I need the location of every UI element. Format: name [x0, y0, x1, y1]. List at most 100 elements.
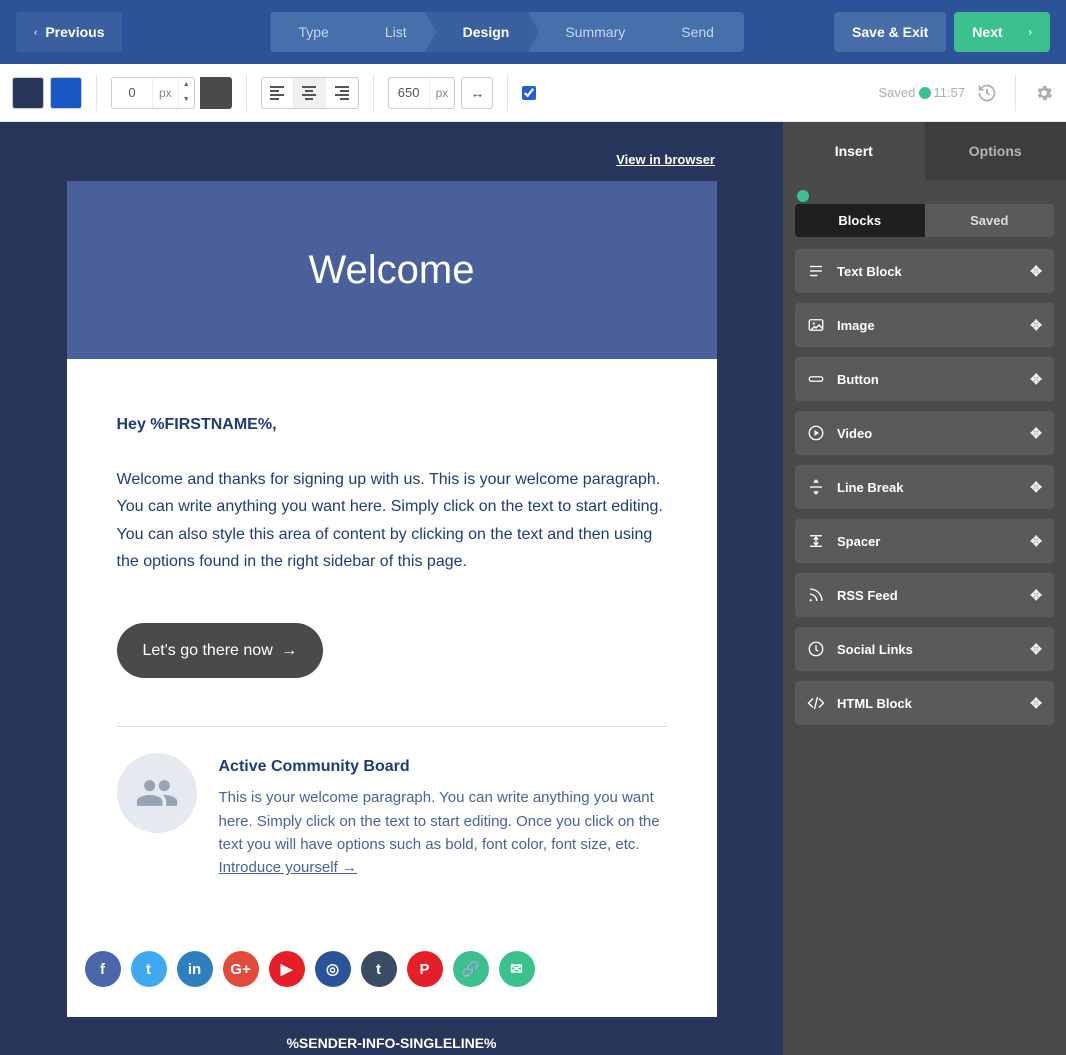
save-status-dot: [919, 87, 931, 99]
video-icon: [807, 424, 825, 442]
drag-handle-icon: ✥: [1030, 641, 1042, 658]
drag-handle-icon: ✥: [1030, 371, 1042, 388]
step-summary[interactable]: Summary: [527, 12, 655, 52]
community-text: This is your welcome paragraph. You can …: [219, 786, 667, 879]
sidebar-tabs: Insert Options: [783, 122, 1066, 180]
align-center-button[interactable]: [294, 78, 326, 108]
community-section[interactable]: Active Community Board This is your welc…: [117, 753, 667, 879]
line-break-icon: [807, 478, 825, 496]
block-line-break[interactable]: Line Break✥: [795, 465, 1054, 509]
wizard-stepper: TypeListDesignSummarySend: [270, 12, 743, 52]
blocks-list: Text Block✥Image✥Button✥Video✥Line Break…: [783, 249, 1066, 725]
image-icon: [807, 316, 825, 334]
align-right-button[interactable]: [326, 78, 358, 108]
subtab-blocks[interactable]: Blocks: [795, 204, 925, 237]
padding-unit: px: [152, 78, 178, 108]
step-type[interactable]: Type: [270, 12, 358, 52]
history-icon[interactable]: [977, 83, 997, 103]
top-stepper-bar: ‹ Previous TypeListDesignSummarySend Sav…: [0, 0, 1066, 64]
social-twitter-icon[interactable]: t: [131, 951, 167, 987]
drag-handle-icon: ✥: [1030, 263, 1042, 280]
drag-handle-icon: ✥: [1030, 317, 1042, 334]
align-left-button[interactable]: [262, 78, 294, 108]
social-linkedin-icon[interactable]: in: [177, 951, 213, 987]
autosave-checkbox[interactable]: [522, 86, 536, 100]
drag-handle-icon: ✥: [1030, 587, 1042, 604]
view-in-browser-link[interactable]: View in browser: [616, 152, 715, 167]
block-html-block[interactable]: HTML Block ✥: [795, 681, 1054, 725]
workspace: View in browser Welcome Hey %FIRSTNAME%,…: [0, 122, 1066, 1055]
previous-label: Previous: [45, 24, 104, 40]
padding-input[interactable]: [112, 78, 152, 108]
gear-icon[interactable]: [1034, 83, 1054, 103]
email-preview: Welcome Hey %FIRSTNAME%, Welcome and tha…: [67, 181, 717, 1017]
right-sidebar: Insert Options Blocks Saved Text Block✥I…: [783, 122, 1066, 1055]
block-social-links[interactable]: Social Links ✥: [795, 627, 1054, 671]
block-image[interactable]: Image✥: [795, 303, 1054, 347]
button-icon: [807, 370, 825, 388]
footer-sender-info: %SENDER-INFO-SINGLELINE%: [286, 1017, 496, 1055]
next-label: Next: [972, 24, 1002, 40]
fit-width-button[interactable]: ↔: [461, 77, 493, 109]
avatar-placeholder: [117, 753, 197, 833]
arrow-right-icon: →: [281, 642, 297, 659]
divider: [117, 726, 667, 727]
html-block-icon: [807, 694, 825, 712]
spacer-icon: [807, 532, 825, 550]
cta-button[interactable]: Let's go there now →: [117, 623, 324, 678]
tab-options[interactable]: Options: [925, 122, 1066, 180]
social-link-icon[interactable]: 🔗: [453, 951, 489, 987]
padding-stepper[interactable]: ▲▼: [178, 78, 194, 108]
block-text-block[interactable]: Text Block ✥: [795, 249, 1054, 293]
tab-insert[interactable]: Insert: [783, 122, 925, 180]
social-row[interactable]: ftinG+▶◎tP🔗✉: [67, 919, 717, 1017]
save-exit-label: Save & Exit: [852, 24, 928, 40]
save-exit-button[interactable]: Save & Exit: [834, 12, 946, 52]
block-label: RSS Feed: [837, 588, 898, 603]
sidebar-subtabs: Blocks Saved: [795, 204, 1054, 237]
introduce-link[interactable]: Introduce yourself →: [219, 859, 357, 876]
greeting-text[interactable]: Hey %FIRSTNAME%,: [117, 411, 667, 438]
social-email-icon[interactable]: ✉: [499, 951, 535, 987]
step-send[interactable]: Send: [643, 12, 744, 52]
block-button[interactable]: Button ✥: [795, 357, 1054, 401]
step-design[interactable]: Design: [425, 12, 540, 52]
block-video[interactable]: Video✥: [795, 411, 1054, 455]
block-label: Social Links: [837, 642, 913, 657]
block-label: Spacer: [837, 534, 880, 549]
block-label: Button: [837, 372, 879, 387]
drag-handle-icon: ✥: [1030, 479, 1042, 496]
drag-handle-icon: ✥: [1030, 695, 1042, 712]
social-links-icon: [807, 640, 825, 658]
subtab-saved[interactable]: Saved: [925, 204, 1055, 237]
social-googleplus-icon[interactable]: G+: [223, 951, 259, 987]
previous-button[interactable]: ‹ Previous: [16, 12, 122, 52]
width-input[interactable]: [389, 78, 429, 108]
chevron-right-icon: ›: [1029, 27, 1032, 38]
block-spacer[interactable]: Spacer ✥: [795, 519, 1054, 563]
color-swatch-blue[interactable]: [50, 77, 82, 109]
social-youtube-icon[interactable]: ▶: [269, 951, 305, 987]
community-title: Active Community Board: [219, 753, 667, 780]
sidebar-indicator-dot: [797, 190, 809, 202]
drag-handle-icon: ✥: [1030, 533, 1042, 550]
step-list[interactable]: List: [347, 12, 437, 52]
block-rss-feed[interactable]: RSS Feed ✥: [795, 573, 1054, 617]
social-facebook-icon[interactable]: f: [85, 951, 121, 987]
block-label: Text Block: [837, 264, 902, 279]
block-label: HTML Block: [837, 696, 912, 711]
padding-color-indicator[interactable]: [200, 77, 232, 109]
hero-title: Welcome: [309, 248, 475, 293]
email-body: Hey %FIRSTNAME%, Welcome and thanks for …: [67, 359, 717, 919]
next-button[interactable]: Next ›: [954, 12, 1050, 52]
social-pinterest-icon[interactable]: P: [407, 951, 443, 987]
drag-handle-icon: ✥: [1030, 425, 1042, 442]
rss-feed-icon: [807, 586, 825, 604]
welcome-paragraph[interactable]: Welcome and thanks for signing up with u…: [117, 466, 667, 575]
social-tumblr-icon[interactable]: t: [361, 951, 397, 987]
color-swatch-dark[interactable]: [12, 77, 44, 109]
padding-input-group: px ▲▼: [111, 77, 195, 109]
social-instagram-icon[interactable]: ◎: [315, 951, 351, 987]
email-hero[interactable]: Welcome: [67, 181, 717, 359]
chevron-left-icon: ‹: [34, 27, 37, 38]
